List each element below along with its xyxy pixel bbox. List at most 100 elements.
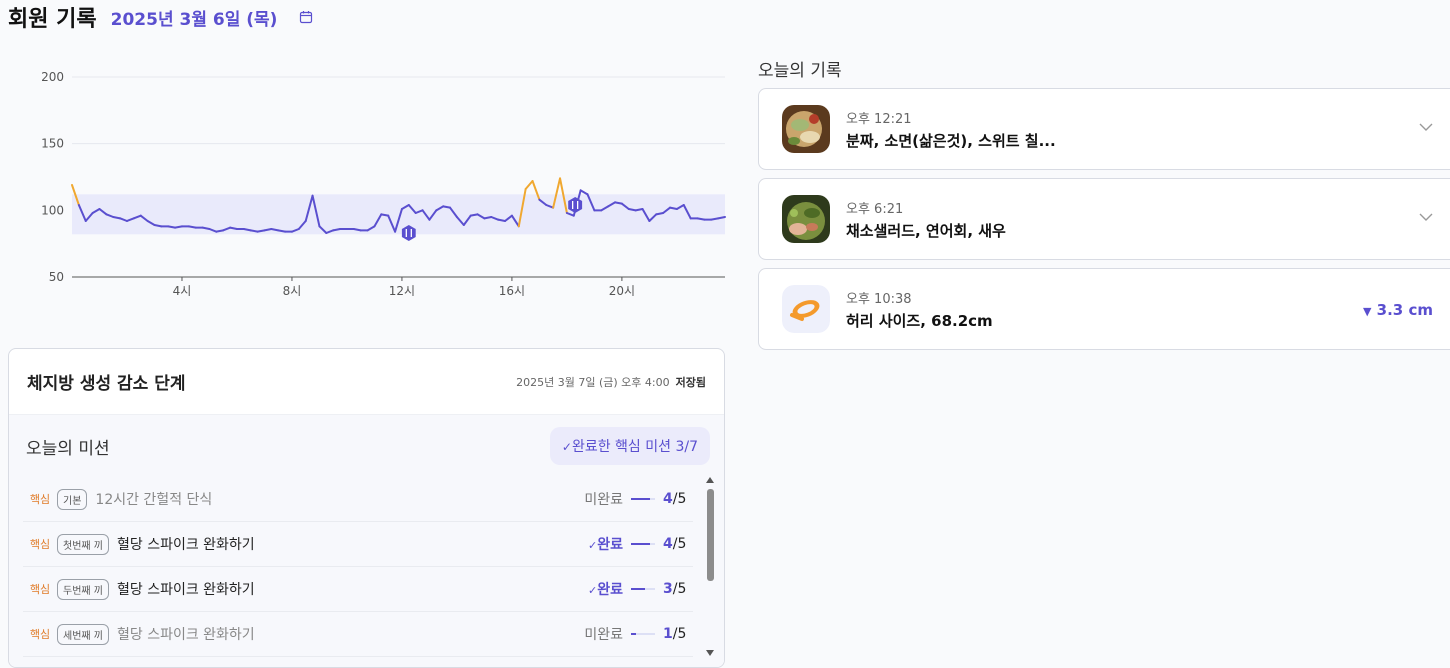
mission-name: 혈당 스파이크 완화하기 xyxy=(116,627,255,643)
mission-done: 4 xyxy=(663,536,673,552)
mission-status-label: 미완료 xyxy=(584,492,623,508)
chevron-down-icon[interactable] xyxy=(1419,210,1433,224)
glucose-segment xyxy=(242,228,252,232)
mission-status-label: 완료 xyxy=(597,537,623,553)
target-range-band xyxy=(72,194,725,235)
mission-progress-bar xyxy=(631,498,655,500)
glucose-segment xyxy=(483,216,493,220)
glucose-segment xyxy=(614,201,623,205)
glucose-segment xyxy=(112,216,122,220)
scrollbar[interactable] xyxy=(704,474,716,659)
glucose-segment xyxy=(277,229,287,233)
mission-status: ✓완료 xyxy=(588,579,623,599)
x-tick-label: 12시 xyxy=(389,284,415,298)
waist-change: ▼ 3.3 cm xyxy=(1363,301,1433,319)
mission-total: 5 xyxy=(677,581,687,597)
glucose-segment xyxy=(174,225,183,229)
date-label[interactable]: 2025년 3월 6일 (목) xyxy=(111,5,278,30)
glucose-segment xyxy=(710,217,720,221)
mission-name: 12시간 간헐적 단식 xyxy=(95,492,213,508)
waist-change-value: 3.3 cm xyxy=(1376,301,1433,319)
saved-label: 저장됨 xyxy=(675,375,706,389)
chevron-down-icon[interactable] xyxy=(1419,120,1433,134)
y-tick-label: 100 xyxy=(41,203,64,217)
record-name: 허리 사이즈, 68.2cm xyxy=(846,311,993,330)
glucose-segment xyxy=(332,228,342,232)
glucose-segment xyxy=(717,216,726,220)
mission-status-label: 미완료 xyxy=(584,627,623,643)
page-title: 회원 기록 xyxy=(8,7,97,32)
glucose-segment xyxy=(229,226,238,230)
panel-meta: 2025년 3월 7일 (금) 오후 4:00 저장됨 xyxy=(516,374,706,390)
record-text: 오후 10:38 허리 사이즈, 68.2cm xyxy=(846,288,993,331)
mission-row[interactable]: 핵심 기본 12시간 간헐적 단식 미완료 4/5 xyxy=(23,477,693,522)
check-icon: ✓ xyxy=(561,440,572,454)
glucose-segment xyxy=(469,213,479,217)
glucose-segment xyxy=(187,225,197,229)
glucose-segment xyxy=(201,226,211,230)
check-icon: ✓ xyxy=(588,539,598,552)
glucose-segment xyxy=(655,212,665,216)
glucose-segment xyxy=(352,228,362,232)
stage-panel: 체지방 생성 감소 단계 2025년 3월 7일 (금) 오후 4:00 저장됨 … xyxy=(8,348,725,668)
glucose-segment xyxy=(524,180,534,190)
mission-status: 미완료 xyxy=(584,489,623,509)
mission-score: 1/5 xyxy=(663,626,687,642)
food-photo xyxy=(782,105,830,153)
mission-score: 4/5 xyxy=(663,536,687,552)
badge-label: 완료한 핵심 미션 3/7 xyxy=(571,439,698,455)
mission-tag: 기본 xyxy=(57,488,88,510)
record-text: 오후 6:21 채소샐러드, 연어회, 새우 xyxy=(846,198,1006,241)
completed-missions-badge: ✓완료한 핵심 미션 3/7 xyxy=(549,427,710,465)
glucose-segment xyxy=(167,225,177,229)
mission-area: 오늘의 미션 ✓완료한 핵심 미션 3/7 핵심 기본 12시간 간헐적 단식 미완료… xyxy=(9,415,724,667)
mission-total: 5 xyxy=(677,626,687,642)
mission-row[interactable]: 핵심 두번째 끼 혈당 스파이크 완화하기 ✓완료 3/5 xyxy=(23,567,693,612)
record-text: 오후 12:21 분짜, 소면(삶은것), 스위트 칠... xyxy=(846,108,1056,151)
mission-tag: 두번째 끼 xyxy=(57,578,109,600)
glucose-segment xyxy=(579,189,589,196)
record-card-lunch[interactable]: 오후 12:21 분짜, 소면(삶은것), 스위트 칠... xyxy=(758,88,1450,170)
mission-done: 3 xyxy=(663,581,673,597)
mission-done: 1 xyxy=(663,626,673,642)
core-label: 핵심 xyxy=(29,493,51,506)
mission-name: 혈당 스파이크 완화하기 xyxy=(116,582,255,598)
panel-title: 체지방 생성 감소 단계 xyxy=(27,374,186,394)
y-tick-label: 200 xyxy=(41,70,64,84)
mission-title: 오늘의 미션 xyxy=(26,438,110,459)
mission-progress-bar xyxy=(631,543,655,545)
core-label: 핵심 xyxy=(29,538,51,551)
glucose-chart: 200 150 100 50 4시 8시 12시 16시 20시 xyxy=(41,70,726,298)
check-icon: ✓ xyxy=(588,584,598,597)
record-name: 분짜, 소면(삶은것), 스위트 칠... xyxy=(846,131,1056,150)
glucose-segment xyxy=(634,208,644,212)
mission-score: 4/5 xyxy=(663,491,687,507)
food-photo xyxy=(782,195,830,243)
mission-tag: 세번째 끼 xyxy=(57,623,109,645)
glucose-segment xyxy=(627,208,637,212)
glucose-segment xyxy=(153,224,163,228)
mission-tag: 첫번째 끼 xyxy=(57,533,109,555)
mission-total: 5 xyxy=(677,491,687,507)
record-time: 오후 12:21 xyxy=(846,111,912,127)
calendar-icon[interactable] xyxy=(299,10,313,24)
x-tick-label: 16시 xyxy=(499,284,525,298)
glucose-segment xyxy=(669,206,678,210)
records-title: 오늘의 기록 xyxy=(758,61,842,81)
record-card-dinner[interactable]: 오후 6:21 채소샐러드, 연어회, 새우 xyxy=(758,178,1450,260)
saved-date: 2025년 3월 7일 (금) 오후 4:00 xyxy=(516,375,670,389)
glucose-segment xyxy=(215,229,225,233)
mission-row[interactable]: 핵심 첫번째 끼 혈당 스파이크 완화하기 ✓완료 4/5 xyxy=(23,522,693,567)
glucose-segment xyxy=(696,217,706,221)
y-tick-label: 150 xyxy=(41,137,64,151)
mission-progress-bar xyxy=(631,633,655,635)
panel-header: 체지방 생성 감소 단계 2025년 3월 7일 (금) 오후 4:00 저장됨 xyxy=(9,349,724,415)
mission-header: 오늘의 미션 ✓완료한 핵심 미션 3/7 xyxy=(9,415,724,477)
record-card-waist[interactable]: 오후 10:38 허리 사이즈, 68.2cm ▼ 3.3 cm xyxy=(758,268,1450,350)
record-time: 오후 6:21 xyxy=(846,201,904,217)
page-header: 회원 기록 2025년 3월 6일 (목) xyxy=(8,0,313,34)
mission-row[interactable]: 핵심 세번째 끼 혈당 스파이크 완화하기 미완료 1/5 xyxy=(23,612,693,657)
mission-score: 3/5 xyxy=(663,581,687,597)
mission-list: 핵심 기본 12시간 간헐적 단식 미완료 4/5 핵심 첫번째 끼 혈당 스파이크 완화하기… xyxy=(23,477,693,657)
mission-status: 미완료 xyxy=(584,624,623,644)
